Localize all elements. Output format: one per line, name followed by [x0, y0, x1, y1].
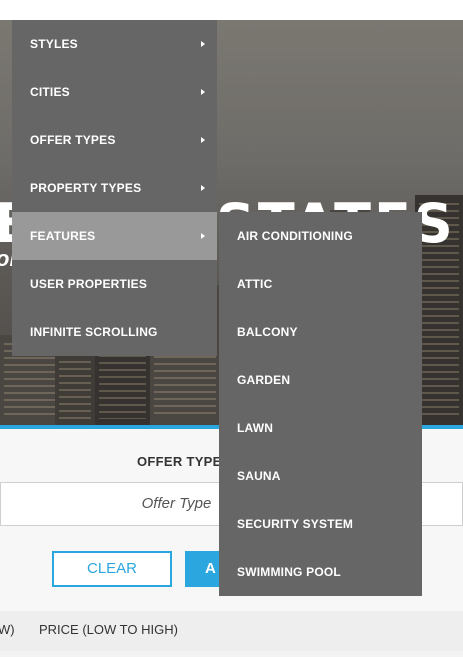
sort-option-price-low-high[interactable]: PRICE (LOW TO HIGH) — [39, 611, 178, 649]
offer-type-label: OFFER TYPE — [137, 454, 222, 469]
caret-right-icon — [201, 233, 205, 239]
features-submenu: AIR CONDITIONING ATTIC BALCONY GARDEN LA… — [219, 212, 422, 596]
submenu-item-garden[interactable]: GARDEN — [219, 356, 422, 404]
menu-item-label: STYLES — [30, 37, 78, 51]
menu-item-cities[interactable]: CITIES — [12, 68, 217, 116]
menu-item-offer-types[interactable]: OFFER TYPES — [12, 116, 217, 164]
caret-right-icon — [201, 41, 205, 47]
submenu-item-security-system[interactable]: SECURITY SYSTEM — [219, 500, 422, 548]
menu-item-styles[interactable]: STYLES — [12, 20, 217, 68]
top-bar — [0, 0, 463, 20]
nav-dropdown-menu: STYLES CITIES OFFER TYPES PROPERTY TYPES… — [12, 20, 217, 356]
submenu-item-attic[interactable]: ATTIC — [219, 260, 422, 308]
menu-item-infinite-scrolling[interactable]: INFINITE SCROLLING — [12, 308, 217, 356]
submenu-item-air-conditioning[interactable]: AIR CONDITIONING — [219, 212, 422, 260]
menu-item-label: CITIES — [30, 85, 70, 99]
caret-right-icon — [201, 89, 205, 95]
sort-option[interactable]: W) — [0, 611, 15, 649]
submenu-item-swimming-pool[interactable]: SWIMMING POOL — [219, 548, 422, 596]
caret-right-icon — [201, 185, 205, 191]
caret-right-icon — [201, 137, 205, 143]
sort-bar: W) PRICE (LOW TO HIGH) — [0, 611, 463, 651]
submenu-item-balcony[interactable]: BALCONY — [219, 308, 422, 356]
menu-item-features[interactable]: FEATURES — [12, 212, 217, 260]
menu-item-user-properties[interactable]: USER PROPERTIES — [12, 260, 217, 308]
menu-item-label: USER PROPERTIES — [30, 277, 148, 291]
menu-item-label: INFINITE SCROLLING — [30, 325, 158, 339]
submenu-item-sauna[interactable]: SAUNA — [219, 452, 422, 500]
menu-item-label: OFFER TYPES — [30, 133, 116, 147]
submenu-item-lawn[interactable]: LAWN — [219, 404, 422, 452]
clear-button[interactable]: CLEAR — [52, 551, 172, 587]
menu-item-property-types[interactable]: PROPERTY TYPES — [12, 164, 217, 212]
menu-item-label: FEATURES — [30, 229, 96, 243]
menu-item-label: PROPERTY TYPES — [30, 181, 142, 195]
